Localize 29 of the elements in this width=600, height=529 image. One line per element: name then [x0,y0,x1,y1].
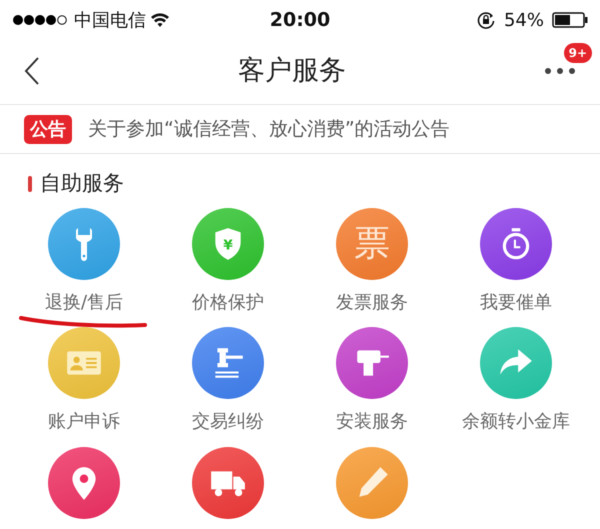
service-label: 余额转小金库 [462,411,570,433]
battery-icon [552,12,588,28]
service-label: 交易纠纷 [192,411,264,433]
icon-glyph: 票 [354,222,390,266]
yen-sign: ¥ [223,236,233,253]
more-button[interactable] [544,67,576,75]
wrench-icon [76,226,92,262]
service-label: 价格保护 [192,292,264,314]
back-button[interactable] [24,56,40,86]
service-button[interactable]: ¥ [192,208,264,280]
service-label: 退换/售后 [44,292,124,314]
notification-badge: 9+ [564,43,592,63]
carrier-name: 中国电信 [74,8,146,32]
more-icon [544,67,576,75]
back-icon [24,56,40,86]
service-label: 账户申诉 [48,411,120,433]
status-time: 20:00 [270,8,330,31]
service-label: 安装服务 [336,411,408,433]
section-title: 自助服务 [40,170,124,197]
notice-link[interactable]: 关于参加“诚信经营、放心消费”的活动公告 [88,114,450,144]
service-button[interactable]: 票 [336,208,408,280]
page-title: 客户服务 [238,54,346,88]
wifi-icon [150,12,170,28]
service-label: 发票服务 [336,292,408,314]
rotation-lock-icon [476,10,496,30]
service-label: 我要催单 [480,292,552,314]
notice-tag: 公告 [24,114,72,144]
battery-percent: 54% [504,8,544,32]
section-marker [28,176,32,192]
